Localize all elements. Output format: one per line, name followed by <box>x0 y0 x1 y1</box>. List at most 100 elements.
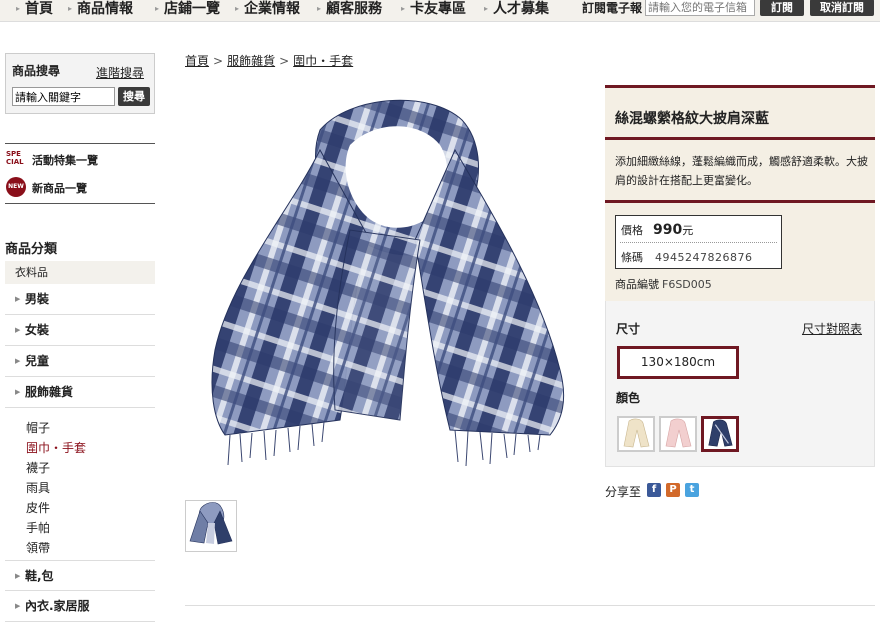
new-items-link[interactable]: NEW 新商品一覽 <box>5 173 155 204</box>
product-search-box: 商品搜尋 進階搜尋 搜尋 <box>5 53 155 114</box>
new-label: 新商品一覽 <box>32 182 87 195</box>
barcode-value: 4945247826876 <box>655 251 753 264</box>
footer-divider <box>185 605 875 606</box>
nav-service-label: 顧客服務 <box>326 1 383 17</box>
twitter-icon[interactable]: t <box>685 483 699 497</box>
size-option-button[interactable]: 130×180cm <box>617 346 739 379</box>
nav-members[interactable]: ▸ 卡友專區 <box>401 0 466 20</box>
category-women-label: 女裝 <box>25 323 50 337</box>
size-chart-link[interactable]: 尺寸對照表 <box>802 320 862 337</box>
size-label: 尺寸 <box>616 322 641 336</box>
plurk-icon[interactable]: P <box>666 483 680 497</box>
search-button[interactable]: 搜尋 <box>118 87 150 106</box>
description-divider <box>605 200 875 203</box>
subscribe-label: 訂閱電子報 <box>582 1 643 15</box>
nav-members-label: 卡友專區 <box>410 1 467 17</box>
category-women[interactable]: ▶ 女裝 <box>5 315 155 346</box>
sku-label: 商品編號 <box>615 278 659 291</box>
nav-company-label: 企業情報 <box>244 1 301 17</box>
nav-home[interactable]: ▸ 首頁 <box>16 0 53 20</box>
nav-careers-label: 人才募集 <box>493 1 550 17</box>
product-options-panel: 尺寸 尺寸對照表 130×180cm 顏色 <box>605 301 875 467</box>
price-unit: 元 <box>682 224 694 237</box>
subcategory-ties[interactable]: 領帶 <box>26 540 50 556</box>
nav-products[interactable]: ▸ 商品情報 <box>68 0 133 20</box>
breadcrumb: 首頁 > 服飾雜貨 > 圍巾・手套 <box>185 52 353 69</box>
category-men-label: 男裝 <box>25 292 50 306</box>
unsubscribe-button[interactable]: 取消訂閱 <box>810 0 874 16</box>
nav-stores[interactable]: ▸ 店鋪一覽 <box>155 0 220 20</box>
subcategory-socks[interactable]: 襪子 <box>26 460 50 476</box>
scarf-thumbnail-image <box>186 501 236 551</box>
bullet-icon: ▶ <box>15 357 21 365</box>
nav-stores-label: 店鋪一覽 <box>164 1 221 17</box>
scarf-image <box>211 99 565 467</box>
category-head: 衣料品 <box>5 261 155 284</box>
subcategory-rain-gear[interactable]: 雨具 <box>26 480 50 496</box>
category-innerwear[interactable]: ▶ 內衣.家居服 <box>5 591 155 622</box>
barcode-row: 條碼 4945247826876 <box>621 249 752 265</box>
subcategory-hats[interactable]: 帽子 <box>26 420 50 436</box>
color-swatch-cream[interactable] <box>617 416 655 452</box>
bullet-icon: ▶ <box>15 602 21 610</box>
subcategory-scarves-gloves[interactable]: 圍巾・手套 <box>26 440 86 456</box>
search-title: 商品搜尋 <box>12 64 61 78</box>
subcategory-leather[interactable]: 皮件 <box>26 500 50 516</box>
category-accessories[interactable]: ▶ 服飾雜貨 <box>5 377 155 408</box>
category-kids[interactable]: ▶ 兒童 <box>5 346 155 377</box>
subscribe-email-input[interactable] <box>645 0 755 16</box>
subcategory-handkerchiefs[interactable]: 手帕 <box>26 520 50 536</box>
nav-company[interactable]: ▸ 企業情報 <box>235 0 300 20</box>
breadcrumb-accessories[interactable]: 服飾雜貨 <box>227 54 275 68</box>
breadcrumb-separator: > <box>213 54 224 68</box>
facebook-icon[interactable]: f <box>647 483 661 497</box>
price-divider <box>620 242 777 243</box>
price-value: 990 <box>653 222 683 238</box>
special-link[interactable]: SPE CIAL 活動特集一覽 <box>5 143 155 173</box>
price-box: 價格 990元 條碼 4945247826876 <box>615 215 782 269</box>
top-navigation: ▸ 首頁 ▸ 商品情報 ▸ 店鋪一覽 ▸ 企業情報 ▸ 顧客服務 ▸ 卡友專區 ▸ 人才募集 … <box>0 0 880 22</box>
sku-value: F6SD005 <box>662 278 712 291</box>
keyword-input[interactable] <box>12 87 115 106</box>
breadcrumb-separator: > <box>279 54 290 68</box>
new-icon: NEW <box>6 177 26 197</box>
category-shoes-bags[interactable]: ▶ 鞋,包 <box>5 560 155 591</box>
bullet-icon: ▶ <box>15 295 21 303</box>
special-icon: SPE CIAL <box>6 150 24 166</box>
category-kids-label: 兒童 <box>25 354 50 368</box>
price-label: 價格 <box>621 224 643 237</box>
share-label: 分享至 <box>605 485 642 499</box>
category-shoes-bags-label: 鞋,包 <box>25 569 54 583</box>
category-innerwear-label: 內衣.家居服 <box>25 599 90 613</box>
nav-home-label: 首頁 <box>25 1 54 17</box>
barcode-label: 條碼 <box>621 251 643 264</box>
category-title: 商品分類 <box>5 242 58 257</box>
color-swatch-pink[interactable] <box>659 416 697 452</box>
sku-row: 商品編號 F6SD005 <box>615 276 712 292</box>
color-label: 顏色 <box>616 391 641 405</box>
price-row: 價格 990元 <box>621 222 693 238</box>
product-description: 添加細緻絲線，蓬鬆編織而成，觸感舒適柔軟。大披肩的設計在搭配上更富變化。 <box>615 155 868 187</box>
subscribe-button[interactable]: 訂閱 <box>760 0 804 16</box>
color-swatch-navy[interactable] <box>701 416 739 452</box>
title-divider <box>605 137 875 140</box>
nav-service[interactable]: ▸ 顧客服務 <box>317 0 382 20</box>
breadcrumb-scarves[interactable]: 圍巾・手套 <box>293 54 353 68</box>
category-accessories-label: 服飾雜貨 <box>25 385 74 399</box>
product-info-panel: 絲混螺縈格紋大披肩深藍 添加細緻絲線，蓬鬆編織而成，觸感舒適柔軟。大披肩的設計在… <box>605 85 875 301</box>
product-thumbnail[interactable] <box>185 500 237 552</box>
bullet-icon: ▶ <box>15 388 21 396</box>
category-men[interactable]: ▶ 男裝 <box>5 284 155 315</box>
bullet-icon: ▶ <box>15 572 21 580</box>
special-label: 活動特集一覽 <box>32 154 98 167</box>
nav-careers[interactable]: ▸ 人才募集 <box>484 0 549 20</box>
scarf-navy-icon <box>708 419 733 447</box>
scarf-cream-icon <box>623 418 650 448</box>
scarf-pink-icon <box>665 418 692 448</box>
bullet-icon: ▶ <box>15 326 21 334</box>
advanced-search-link[interactable]: 進階搜尋 <box>96 64 144 81</box>
product-title: 絲混螺縈格紋大披肩深藍 <box>615 111 769 127</box>
breadcrumb-home[interactable]: 首頁 <box>185 54 209 68</box>
nav-products-label: 商品情報 <box>77 1 134 17</box>
product-main-image <box>200 90 570 480</box>
